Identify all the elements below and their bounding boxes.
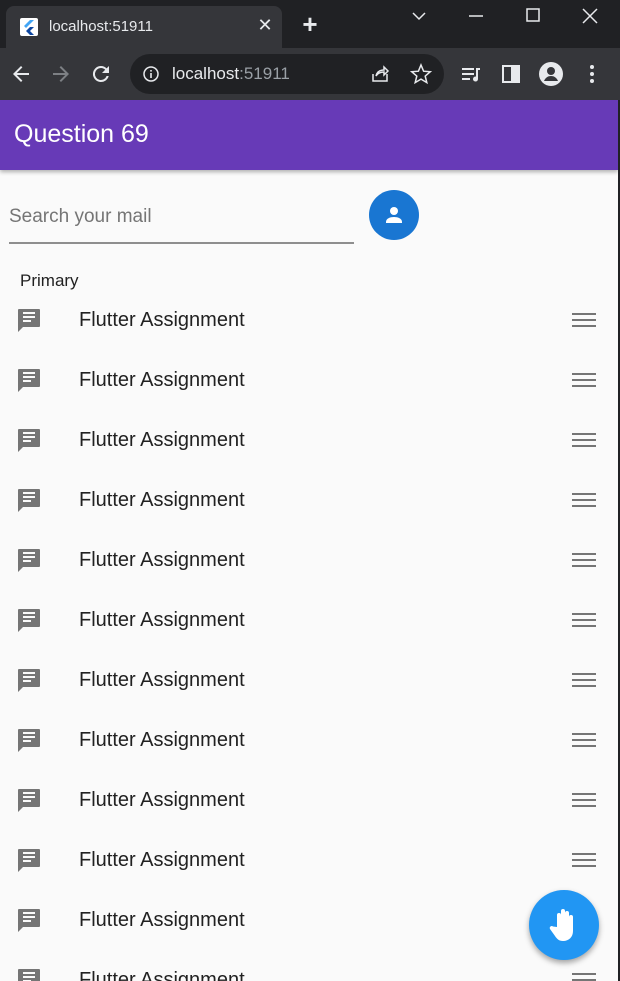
avatar-button[interactable] <box>369 190 419 240</box>
reading-list-icon[interactable] <box>459 62 483 86</box>
message-icon <box>18 369 40 392</box>
message-icon <box>18 309 40 332</box>
hand-icon <box>549 909 573 941</box>
person-icon <box>386 207 402 223</box>
flutter-favicon-icon <box>20 18 38 36</box>
list-item[interactable]: Flutter Assignment <box>0 350 618 410</box>
maximize-icon[interactable] <box>518 4 548 28</box>
drag-handle-icon[interactable] <box>572 490 596 510</box>
list-item-label: Flutter Assignment <box>79 969 245 981</box>
chevron-down-icon[interactable] <box>404 4 434 28</box>
share-icon[interactable] <box>370 64 390 84</box>
close-icon[interactable]: ✕ <box>256 16 274 34</box>
fab-button[interactable] <box>529 890 599 960</box>
list-item[interactable]: Flutter Assignment <box>0 590 618 650</box>
drag-handle-icon[interactable] <box>572 310 596 330</box>
drag-handle-icon[interactable] <box>572 970 596 981</box>
window-close-icon[interactable] <box>575 4 605 28</box>
drag-handle-icon[interactable] <box>572 790 596 810</box>
browser-tab-strip: localhost:51911 ✕ + <box>0 0 620 48</box>
profile-icon[interactable] <box>539 62 563 86</box>
message-icon <box>18 729 40 752</box>
list-item-label: Flutter Assignment <box>79 369 245 391</box>
list-item[interactable]: Flutter Assignment <box>0 770 618 830</box>
list-item[interactable]: Flutter Assignment <box>0 290 618 350</box>
message-icon <box>18 669 40 692</box>
page-title: Question 69 <box>14 120 149 148</box>
side-panel-icon[interactable] <box>499 62 523 86</box>
list-item[interactable]: Flutter Assignment <box>0 530 618 590</box>
message-icon <box>18 429 40 452</box>
search-field[interactable] <box>9 196 354 244</box>
address-bar[interactable]: localhost:51911 <box>130 54 444 94</box>
list-item[interactable]: Flutter Assignment <box>0 830 618 890</box>
list-item[interactable]: Flutter Assignment <box>0 410 618 470</box>
star-icon[interactable] <box>410 63 432 85</box>
browser-toolbar: localhost:51911 <box>0 48 620 100</box>
url-host: localhost <box>172 64 240 83</box>
message-icon <box>18 909 40 932</box>
app-bar: Question 69 <box>0 100 618 170</box>
url-text: localhost:51911 <box>172 64 290 84</box>
list-item[interactable]: Flutter Assignment <box>0 890 618 950</box>
drag-handle-icon[interactable] <box>572 850 596 870</box>
drag-handle-icon[interactable] <box>572 430 596 450</box>
message-icon <box>18 969 40 981</box>
list-item-label: Flutter Assignment <box>79 309 245 331</box>
info-icon[interactable] <box>142 65 160 83</box>
list-item-label: Flutter Assignment <box>79 729 245 751</box>
message-icon <box>18 549 40 572</box>
drag-handle-icon[interactable] <box>572 370 596 390</box>
search-input[interactable] <box>9 202 349 232</box>
forward-arrow-icon[interactable] <box>49 62 73 86</box>
message-icon <box>18 789 40 812</box>
list-item-label: Flutter Assignment <box>79 549 245 571</box>
list-item[interactable]: Flutter Assignment <box>0 950 618 981</box>
section-label-primary: Primary <box>20 271 79 290</box>
list-item-label: Flutter Assignment <box>79 669 245 691</box>
message-icon <box>18 849 40 872</box>
back-arrow-icon[interactable] <box>9 62 33 86</box>
drag-handle-icon[interactable] <box>572 730 596 750</box>
list-item-label: Flutter Assignment <box>79 789 245 811</box>
plus-icon[interactable]: + <box>298 11 322 37</box>
list-item[interactable]: Flutter Assignment <box>0 470 618 530</box>
list-item-label: Flutter Assignment <box>79 489 245 511</box>
minimize-icon[interactable] <box>461 4 491 28</box>
list-item-label: Flutter Assignment <box>79 429 245 451</box>
app-screen: Question 69 Primary Flutter Assignment Fl… <box>0 100 618 981</box>
url-port: :51911 <box>239 64 290 83</box>
drag-handle-icon[interactable] <box>572 610 596 630</box>
drag-handle-icon[interactable] <box>572 550 596 570</box>
list-item[interactable]: Flutter Assignment <box>0 650 618 710</box>
tab-title: localhost:51911 <box>49 18 153 35</box>
reload-icon[interactable] <box>89 62 113 86</box>
browser-tab[interactable]: localhost:51911 ✕ <box>6 6 282 48</box>
message-icon <box>18 489 40 512</box>
kebab-menu-icon[interactable] <box>580 62 604 86</box>
list-item[interactable]: Flutter Assignment <box>0 710 618 770</box>
list-item-label: Flutter Assignment <box>79 609 245 631</box>
list-item-label: Flutter Assignment <box>79 849 245 871</box>
message-icon <box>18 609 40 632</box>
list-item-label: Flutter Assignment <box>79 909 245 931</box>
drag-handle-icon[interactable] <box>572 670 596 690</box>
